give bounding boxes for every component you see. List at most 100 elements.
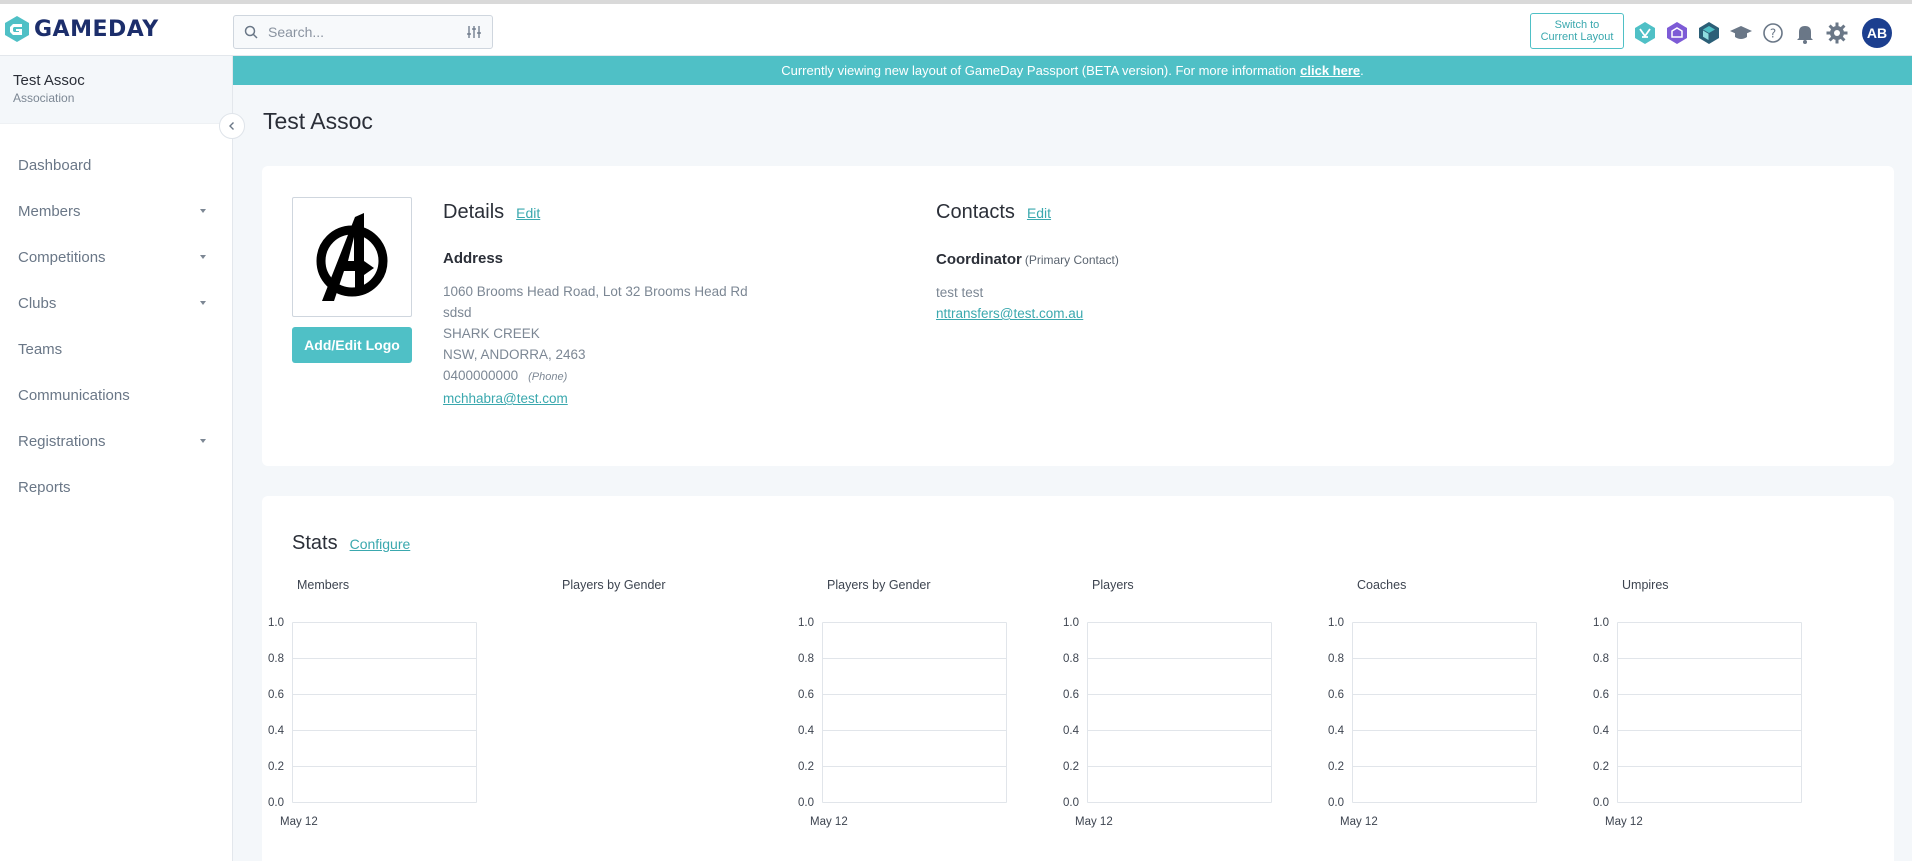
chevron-down-icon	[200, 439, 206, 443]
gameday-logo-icon	[5, 16, 29, 42]
user-avatar[interactable]: AB	[1862, 18, 1892, 48]
y-tick-label: 0.2	[1063, 761, 1079, 773]
address-heading: Address	[443, 250, 504, 267]
y-tick-label: 0.6	[1328, 689, 1344, 701]
sidebar-item-label: Clubs	[18, 294, 57, 312]
sidebar-item-teams[interactable]: Teams	[0, 326, 232, 372]
sidebar-item-competitions[interactable]: Competitions	[0, 234, 232, 280]
search-icon	[244, 25, 258, 39]
chart-title: Players by Gender	[562, 578, 666, 592]
chevron-down-icon	[200, 209, 206, 213]
sidebar-item-label: Members	[18, 202, 81, 220]
y-tick-label: 0.2	[798, 761, 814, 773]
cube-app-icon[interactable]	[1696, 20, 1722, 46]
chart-5: Umpires 0.0 0.2 0.4 0.6 0.8 1.0 May 12	[1587, 578, 1852, 848]
y-tick-label: 1.0	[1063, 617, 1079, 629]
search-input[interactable]	[268, 24, 466, 40]
details-title: Details	[443, 201, 505, 223]
details-email-link[interactable]: mchhabra@test.com	[443, 391, 568, 406]
sidebar-item-label: Communications	[18, 386, 130, 404]
chart-title: Coaches	[1357, 578, 1407, 592]
chart-3: Players 0.0 0.2 0.4 0.6 0.8 1.0 May 12	[1057, 578, 1322, 848]
chevron-left-icon	[229, 122, 234, 130]
gear-icon[interactable]	[1824, 20, 1850, 46]
sidebar-collapse-button[interactable]	[219, 113, 245, 139]
sidebar-item-label: Dashboard	[18, 156, 92, 174]
chart-title: Umpires	[1622, 578, 1669, 592]
y-tick-label: 0.8	[1593, 653, 1609, 665]
y-tick-label: 0.0	[1593, 797, 1609, 809]
y-tick-label: 1.0	[268, 617, 284, 629]
address-line-3: SHARK CREEK	[443, 326, 540, 341]
chart-title: Players	[1092, 578, 1134, 592]
chart-plot: 0.0 0.2 0.4 0.6 0.8 1.0 May 12	[798, 617, 1007, 828]
contact-role-note: (Primary Contact)	[1024, 253, 1119, 267]
x-tick-label: May 12	[810, 816, 848, 828]
y-tick-label: 1.0	[1593, 617, 1609, 629]
app-hexagon-icon[interactable]	[1632, 20, 1658, 46]
stats-configure-link[interactable]: Configure	[350, 536, 411, 552]
banner-text: Currently viewing new layout of GameDay …	[781, 63, 1297, 78]
y-tick-label: 0.6	[798, 689, 814, 701]
coordinator-heading: Coordinator (Primary Contact)	[936, 251, 1119, 268]
org-type: Association	[13, 91, 75, 105]
address-block: 1060 Brooms Head Road, Lot 32 Brooms Hea…	[443, 281, 748, 409]
chevron-down-icon	[200, 255, 206, 259]
contact-role: Coordinator	[936, 251, 1022, 268]
details-edit-link[interactable]: Edit	[516, 205, 540, 221]
y-tick-label: 0.4	[1328, 725, 1345, 737]
sidebar-item-label: Competitions	[18, 248, 106, 266]
sidebar: Test Assoc Association Dashboard Members…	[0, 56, 233, 861]
y-tick-label: 0.8	[1328, 653, 1344, 665]
chart-0: Members 0.0 0.2 0.4 0.6 0.8 1.0 May 12	[262, 578, 527, 848]
y-tick-label: 0.6	[268, 689, 284, 701]
address-line-4: NSW, ANDORRA, 2463	[443, 347, 586, 362]
search-box[interactable]	[233, 15, 493, 49]
sidebar-item-communications[interactable]: Communications	[0, 372, 232, 418]
switch-layout-line2: Current Layout	[1540, 31, 1614, 43]
sidebar-item-registrations[interactable]: Registrations	[0, 418, 232, 464]
sidebar-item-label: Reports	[18, 478, 71, 496]
bell-icon[interactable]	[1792, 20, 1818, 46]
shield-app-icon[interactable]	[1664, 20, 1690, 46]
details-heading: Details Edit	[443, 201, 540, 224]
contact-block: test test nttransfers@test.com.au	[936, 282, 1083, 324]
page-title: Test Assoc	[263, 108, 373, 134]
sidebar-item-members[interactable]: Members	[0, 188, 232, 234]
contacts-edit-link[interactable]: Edit	[1027, 205, 1051, 221]
x-tick-label: May 12	[1075, 816, 1113, 828]
y-tick-label: 0.4	[268, 725, 285, 737]
y-tick-label: 1.0	[1328, 617, 1344, 629]
org-name: Test Assoc	[13, 72, 85, 89]
gameday-logo[interactable]: GAMEDAY	[4, 14, 159, 44]
banner-link[interactable]: click here	[1300, 63, 1360, 78]
y-tick-label: 0.8	[268, 653, 284, 665]
sidebar-item-dashboard[interactable]: Dashboard	[0, 142, 232, 188]
phone-label: (Phone)	[528, 371, 568, 383]
sidebar-item-clubs[interactable]: Clubs	[0, 280, 232, 326]
sidebar-item-reports[interactable]: Reports	[0, 464, 232, 510]
phone-number: 0400000000	[443, 368, 519, 383]
chart-title: Members	[297, 578, 350, 592]
sidebar-nav: Dashboard Members Competitions Clubs Tea…	[0, 124, 232, 510]
y-tick-label: 0.6	[1593, 689, 1609, 701]
org-header: Test Assoc Association	[0, 56, 232, 124]
chart-plot: 0.0 0.2 0.4 0.6 0.8 1.0 May 12	[1328, 617, 1537, 828]
chevron-down-icon	[200, 301, 206, 305]
filter-sliders-icon[interactable]	[466, 24, 482, 40]
switch-layout-button[interactable]: Switch to Current Layout	[1530, 13, 1624, 49]
brand-name: GAMEDAY	[34, 16, 159, 42]
y-tick-label: 0.2	[268, 761, 284, 773]
beta-banner: Currently viewing new layout of GameDay …	[233, 56, 1912, 85]
y-tick-label: 0.0	[268, 797, 284, 809]
contact-email-link[interactable]: nttransfers@test.com.au	[936, 306, 1083, 321]
avengers-logo-icon	[316, 213, 388, 301]
y-tick-label: 0.0	[1328, 797, 1344, 809]
y-tick-label: 0.4	[1063, 725, 1080, 737]
graduation-cap-icon[interactable]	[1728, 20, 1754, 46]
y-tick-label: 1.0	[798, 617, 814, 629]
help-icon[interactable]: ?	[1760, 20, 1786, 46]
sidebar-item-label: Teams	[18, 340, 63, 358]
add-edit-logo-button[interactable]: Add/Edit Logo	[292, 327, 412, 363]
org-logo	[292, 197, 412, 317]
